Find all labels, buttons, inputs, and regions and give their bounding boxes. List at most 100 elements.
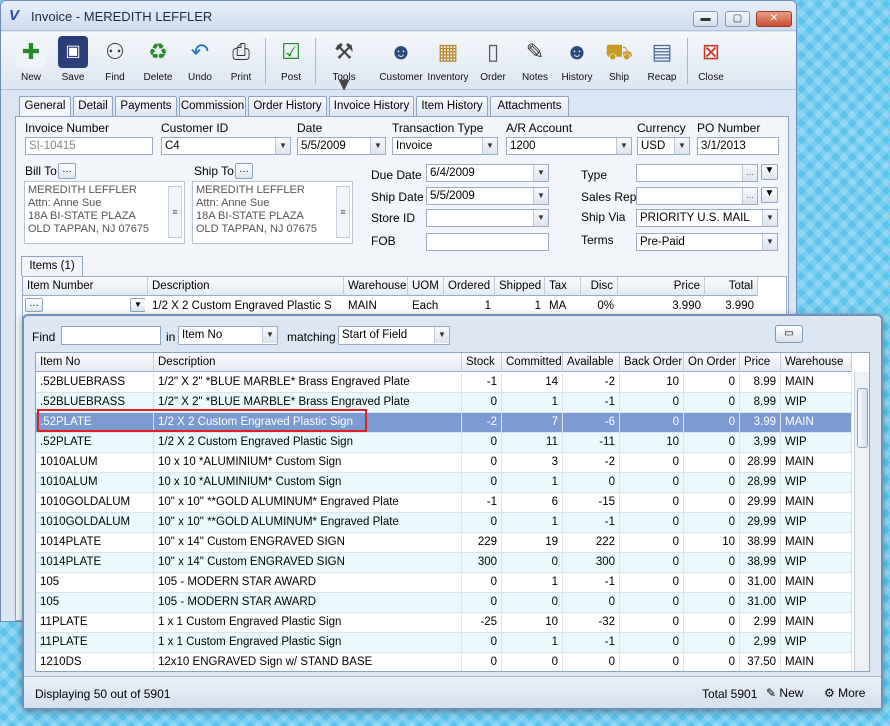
chevron-down-icon[interactable]: ▼ bbox=[482, 138, 497, 154]
tab-commission[interactable]: Commission bbox=[179, 96, 246, 116]
tab-payments[interactable]: Payments bbox=[115, 96, 177, 116]
lookup-dots-icon[interactable]: … bbox=[25, 298, 43, 312]
tab-items[interactable]: Items (1) bbox=[21, 256, 83, 276]
column-header[interactable]: Shipped bbox=[495, 277, 545, 296]
column-header[interactable]: UOM bbox=[408, 277, 444, 296]
print-button[interactable]: ⎙ Print bbox=[223, 34, 259, 88]
table-row[interactable]: 1010ALUM 10 x 10 *ALUMINIUM* Custom Sign 0… bbox=[36, 453, 852, 473]
notes-button[interactable]: ✎ Notes bbox=[517, 34, 553, 88]
column-header-item-no[interactable]: Item No bbox=[36, 353, 154, 372]
table-row[interactable]: 1010GOLDALUM 10" x 10" **GOLD ALUMINUM* E… bbox=[36, 493, 852, 513]
search-field-select[interactable]: Item No ▼ bbox=[178, 326, 278, 345]
table-row[interactable]: 11PLATE 1 x 1 Custom Engraved Plastic Sig… bbox=[36, 633, 852, 653]
table-row[interactable]: 11PLATE 1 x 1 Custom Engraved Plastic Sig… bbox=[36, 613, 852, 633]
sales-rep-dropdown-button[interactable]: ▼ bbox=[761, 187, 778, 203]
chevron-down-icon[interactable]: ▼ bbox=[533, 188, 548, 204]
table-row[interactable]: .52PLATE 1/2 X 2 Custom Engraved Plastic … bbox=[36, 433, 852, 453]
vertical-scrollbar[interactable] bbox=[854, 372, 869, 671]
fob-field[interactable] bbox=[426, 233, 549, 251]
column-header[interactable]: Ordered bbox=[444, 277, 495, 296]
column-header-committed[interactable]: Committed bbox=[502, 353, 563, 372]
customer-button[interactable]: ☻ Customer bbox=[379, 34, 423, 88]
invoice-number-field[interactable]: SI-10415 bbox=[25, 137, 153, 155]
type-select[interactable]: … bbox=[636, 164, 758, 182]
chevron-down-icon[interactable]: ▼ bbox=[616, 138, 631, 154]
column-header-stock[interactable]: Stock bbox=[462, 353, 502, 372]
column-header-back-order[interactable]: Back Order bbox=[620, 353, 684, 372]
item-price[interactable]: 3.990 bbox=[618, 297, 705, 315]
type-dropdown-button[interactable]: ▼ bbox=[761, 164, 778, 180]
scrollbar-thumb[interactable] bbox=[857, 388, 868, 448]
terms-select[interactable]: Pre-Paid ▼ bbox=[636, 233, 778, 251]
tab-attachments[interactable]: Attachments bbox=[490, 96, 569, 116]
table-row[interactable]: 1014PLATE 10" x 14" Custom ENGRAVED SIGN 3… bbox=[36, 553, 852, 573]
tab-general[interactable]: General bbox=[19, 96, 71, 117]
item-disc[interactable]: 0% bbox=[581, 297, 618, 315]
item-total[interactable]: 3.990 bbox=[705, 297, 758, 315]
item-warehouse[interactable]: MAIN bbox=[344, 297, 408, 315]
recap-button[interactable]: ▤ Recap bbox=[643, 34, 681, 88]
column-header[interactable]: Description bbox=[148, 277, 344, 296]
chevron-down-icon[interactable]: ▼ bbox=[262, 327, 277, 343]
customer-id-field[interactable]: C4 ▼ bbox=[161, 137, 291, 155]
table-row[interactable]: .52BLUEBRASS 1/2" X 2" *BLUE MARBLE* Bras… bbox=[36, 373, 852, 393]
match-mode-select[interactable]: Start of Field ▼ bbox=[338, 326, 450, 345]
save-button[interactable]: ▣ Save bbox=[55, 34, 91, 88]
item-shipped[interactable]: 1 bbox=[495, 297, 545, 315]
lookup-dots-icon[interactable]: … bbox=[742, 165, 757, 181]
chevron-down-icon[interactable]: ▼ bbox=[130, 298, 145, 312]
store-id-select[interactable]: ▼ bbox=[426, 209, 549, 227]
tools-button[interactable]: ⚒ ▾ Tools bbox=[321, 34, 367, 96]
tab-order-history[interactable]: Order History bbox=[248, 96, 327, 116]
minimize-button[interactable]: ▬ bbox=[693, 11, 718, 27]
due-date-field[interactable]: 6/4/2009 ▼ bbox=[426, 164, 549, 182]
address-scrollbar[interactable]: ≡ bbox=[168, 186, 182, 238]
column-header[interactable]: Disc bbox=[581, 277, 618, 296]
history-button[interactable]: ☻ History bbox=[559, 34, 595, 88]
tab-detail[interactable]: Detail bbox=[73, 96, 113, 116]
title-bar[interactable]: V Invoice - MEREDITH LEFFLER ▬ ▢ ✕ bbox=[1, 1, 796, 31]
table-row[interactable]: 105 105 - MODERN STAR AWARD 0 1 -1 0 0 31.00 MAI… bbox=[36, 573, 852, 593]
table-row[interactable]: 1014PLATE 10" x 14" Custom ENGRAVED SIGN 2… bbox=[36, 533, 852, 553]
find-button[interactable]: ⚇ Find bbox=[97, 34, 133, 88]
chevron-down-icon[interactable]: ▼ bbox=[533, 165, 548, 181]
column-header[interactable]: Price bbox=[618, 277, 705, 296]
item-uom[interactable]: Each bbox=[408, 297, 444, 315]
column-header-available[interactable]: Available bbox=[563, 353, 620, 372]
chevron-down-icon[interactable]: ▼ bbox=[762, 210, 777, 226]
inventory-button[interactable]: ▦ Inventory bbox=[427, 34, 469, 88]
transaction-type-select[interactable]: Invoice ▼ bbox=[392, 137, 498, 155]
item-number-field[interactable]: … ▼ bbox=[25, 297, 145, 315]
bill-to-address[interactable]: MEREDITH LEFFLER Attn: Anne Sue 18A BI-S… bbox=[24, 181, 185, 244]
table-row[interactable]: 1210DS 12x10 ENGRAVED Sign w/ STAND BASE 0… bbox=[36, 653, 852, 671]
date-field[interactable]: 5/5/2009 ▼ bbox=[297, 137, 386, 155]
lookup-dots-icon[interactable]: … bbox=[742, 188, 757, 204]
table-row[interactable]: 1010ALUM 10 x 10 *ALUMINIUM* Custom Sign 0… bbox=[36, 473, 852, 493]
chevron-down-icon[interactable]: ▼ bbox=[762, 234, 777, 250]
find-input[interactable] bbox=[61, 326, 161, 345]
ship-to-lookup-button[interactable]: … bbox=[235, 163, 253, 179]
column-header-warehouse[interactable]: Warehouse bbox=[781, 353, 852, 372]
chevron-down-icon[interactable]: ▼ bbox=[370, 138, 385, 154]
close-window-button[interactable]: ✕ bbox=[756, 11, 792, 27]
table-row[interactable]: 105 105 - MODERN STAR AWARD 0 0 0 0 0 31.00 WIP bbox=[36, 593, 852, 613]
undo-button[interactable]: ↶ Undo bbox=[183, 34, 217, 88]
tab-invoice-history[interactable]: Invoice History bbox=[329, 96, 414, 116]
item-tax[interactable]: MA bbox=[545, 297, 581, 315]
column-header[interactable]: Total bbox=[705, 277, 758, 296]
bill-to-lookup-button[interactable]: … bbox=[58, 163, 76, 179]
address-scrollbar[interactable]: ≡ bbox=[336, 186, 350, 238]
post-button[interactable]: ☑ Post bbox=[273, 34, 309, 88]
ar-account-select[interactable]: 1200 ▼ bbox=[506, 137, 632, 155]
order-button[interactable]: ▯ Order bbox=[475, 34, 511, 88]
new-button[interactable]: ✚ New bbox=[13, 34, 49, 88]
chevron-down-icon[interactable]: ▼ bbox=[434, 327, 449, 343]
ship-date-field[interactable]: 5/5/2009 ▼ bbox=[426, 187, 549, 205]
chevron-down-icon[interactable]: ▼ bbox=[275, 138, 290, 154]
ship-via-select[interactable]: PRIORITY U.S. MAIL ▼ bbox=[636, 209, 778, 227]
table-row[interactable]: 1010GOLDALUM 10" x 10" **GOLD ALUMINUM* E… bbox=[36, 513, 852, 533]
new-item-button[interactable]: ✎ New bbox=[766, 684, 803, 704]
ship-button[interactable]: ⛟ Ship bbox=[601, 34, 637, 88]
tab-item-history[interactable]: Item History bbox=[416, 96, 488, 116]
item-description[interactable]: 1/2 X 2 Custom Engraved Plastic S bbox=[148, 297, 344, 315]
